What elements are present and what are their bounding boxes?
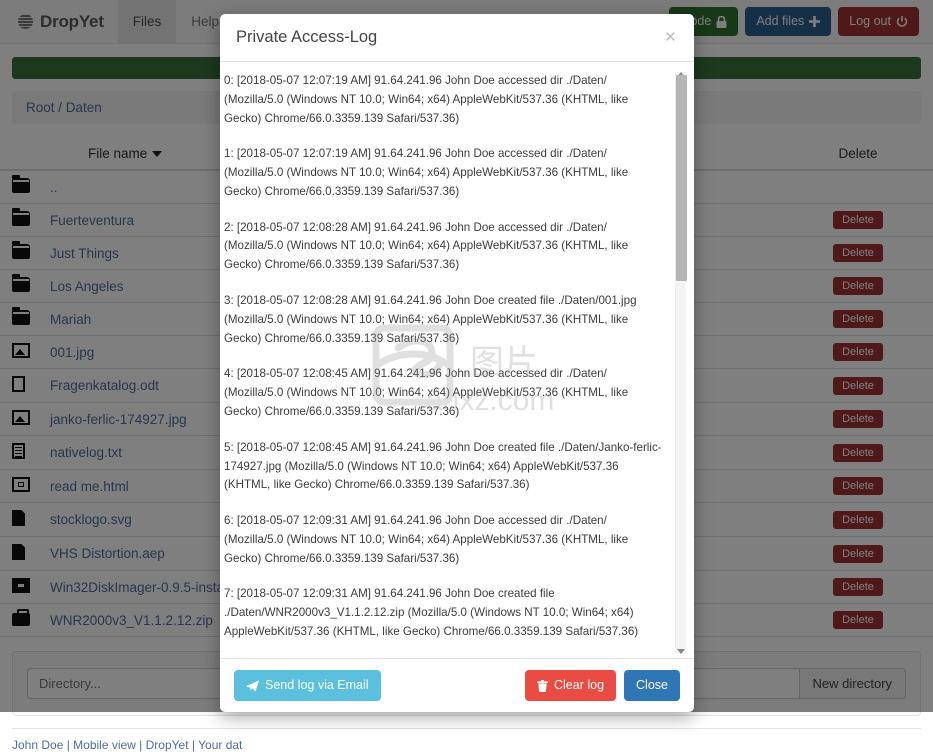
- modal-title: Private Access-Log: [236, 28, 377, 47]
- modal-header: Private Access-Log ×: [220, 14, 694, 62]
- log-entry: 7: [2018-05-07 12:09:31 AM] 91.64.241.96…: [224, 585, 664, 641]
- log-scrollbar[interactable]: [675, 72, 686, 654]
- triangle-down-icon[interactable]: [677, 649, 685, 654]
- page-footer: John Doe | Mobile view | DropYet | Your …: [12, 728, 921, 752]
- clear-log-button[interactable]: Clear log: [525, 670, 616, 701]
- log-scrollbar-thumb[interactable]: [676, 75, 687, 281]
- send-log-label: Send log via Email: [265, 677, 369, 694]
- trash-icon: [537, 680, 548, 692]
- log-entry: 3: [2018-05-07 12:08:28 AM] 91.64.241.96…: [224, 292, 664, 348]
- private-access-log-modal: Private Access-Log × 0: [2018-05-07 12:0…: [220, 14, 694, 712]
- log-entry: 1: [2018-05-07 12:07:19 AM] 91.64.241.96…: [224, 145, 664, 201]
- send-log-via-email-button[interactable]: Send log via Email: [234, 670, 381, 701]
- log-entry: 5: [2018-05-07 12:08:45 AM] 91.64.241.96…: [224, 439, 664, 495]
- modal-body: 0: [2018-05-07 12:07:19 AM] 91.64.241.96…: [220, 62, 694, 658]
- close-button[interactable]: Close: [624, 670, 680, 701]
- log-entries-list[interactable]: 0: [2018-05-07 12:07:19 AM] 91.64.241.96…: [224, 72, 682, 658]
- clear-log-label: Clear log: [554, 677, 604, 694]
- log-entry: 2: [2018-05-07 12:08:28 AM] 91.64.241.96…: [224, 219, 664, 275]
- modal-footer: Send log via Email Clear log Close: [220, 658, 694, 712]
- close-icon[interactable]: ×: [663, 28, 678, 47]
- log-entry: 6: [2018-05-07 12:09:31 AM] 91.64.241.96…: [224, 512, 664, 568]
- log-entry: 0: [2018-05-07 12:07:19 AM] 91.64.241.96…: [224, 72, 664, 128]
- log-entry: 4: [2018-05-07 12:08:45 AM] 91.64.241.96…: [224, 365, 664, 421]
- paper-plane-icon: [246, 680, 259, 692]
